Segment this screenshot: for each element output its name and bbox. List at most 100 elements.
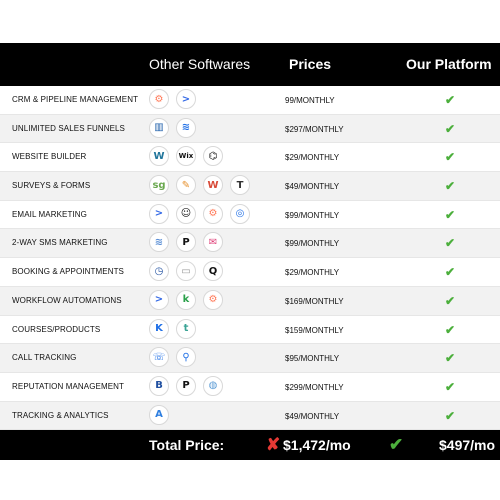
our-platform-heading: Our Platform — [406, 56, 492, 72]
table-header: Other Softwares Prices Our Platform — [0, 43, 500, 86]
software-icons: ◷ ▭ Q — [149, 261, 223, 282]
table-row: TRACKING & ANALYTICS A $49/MONTHLY ✔ — [0, 401, 500, 431]
software-icons: ☏ ⚲ — [149, 347, 196, 368]
hubspot-icon: ⚙ — [149, 89, 169, 109]
comparison-table: Other Softwares Prices Our Platform CRM … — [0, 43, 500, 461]
wordpress-icon: W — [149, 146, 169, 167]
price-value: $95/MONTHLY — [285, 354, 340, 364]
price-value: $169/MONTHLY — [285, 296, 344, 306]
software-icons: > k ⚙ — [149, 289, 223, 310]
mailchimp-icon: ☺ — [176, 203, 196, 224]
check-icon: ✔ — [445, 93, 456, 107]
check-icon: ✔ — [445, 351, 456, 366]
activecampaign-icon: > — [176, 89, 196, 109]
software-icons: B P ◍ — [149, 375, 223, 396]
price-value: $49/MONTHLY — [285, 182, 340, 192]
table-row: REPUTATION MANAGEMENT B P ◍ $299/MONTHLY ✔ — [0, 373, 500, 402]
feature-name: BOOKING & APPOINTMENTS — [12, 267, 124, 277]
check-icon: ✔ — [445, 293, 456, 308]
check-icon: ✔ — [445, 207, 456, 222]
price-value: $29/MONTHLY — [285, 153, 340, 163]
software-icons: ≋ P ✉ — [149, 232, 223, 253]
table-row: SURVEYS & FORMS sg ✎ W T $49/MONTHLY ✔ — [0, 172, 500, 201]
check-icon: ✔ — [445, 236, 456, 251]
prices-heading: Prices — [289, 56, 332, 72]
wufoo-icon: W — [203, 175, 223, 196]
globe-icon: ◍ — [203, 375, 223, 396]
price-value: $99/MONTHLY — [285, 239, 340, 249]
table-row: COURSES/PRODUCTS Kt $159/MONTHLY ✔ — [0, 316, 500, 345]
feature-name: CRM & PIPELINE MANAGEMENT — [12, 95, 139, 104]
squarespace-icon: ⌬ — [203, 146, 223, 167]
layers-icon: ≋ — [176, 117, 196, 138]
check-icon: ✔ — [445, 379, 456, 394]
our-platform-price: $497/mo — [439, 437, 496, 454]
table-row: WORKFLOW AUTOMATIONS > k ⚙ $169/MONTHLY ✔ — [0, 286, 500, 316]
price-value: $49/MONTHLY — [285, 411, 340, 421]
check-icon: ✔ — [445, 150, 456, 165]
callrail-icon: ☏ — [149, 347, 169, 368]
acuity-icon: Q — [203, 261, 223, 282]
feature-name: 2-WAY SMS MARKETING — [12, 238, 108, 248]
software-icons: sg ✎ W T — [149, 175, 250, 196]
podium-icon: P — [176, 375, 196, 396]
kajabi-icon: K — [149, 318, 169, 339]
price-value: $297/MONTHLY — [285, 124, 344, 134]
birdeye-icon: B — [149, 375, 169, 396]
x-mark-icon: ✘ — [266, 435, 281, 455]
software-icons: ▥ ≋ — [149, 117, 196, 138]
table-row: 2-WAY SMS MARKETING ≋ P ✉ $99/MONTHLY ✔ — [0, 229, 500, 259]
table-row: CRM & PIPELINE MANAGEMENT ⚙ >99/MONTHLY ✔ — [0, 86, 500, 115]
keap-icon: k — [176, 289, 196, 310]
analytics-icon: A — [149, 404, 169, 425]
feature-name: UNLIMITED SALES FUNNELS — [12, 123, 125, 133]
price-value: $159/MONTHLY — [285, 325, 344, 335]
feature-name: REPUTATION MANAGEMENT — [12, 381, 125, 391]
software-icons: Kt — [149, 318, 196, 339]
clickfunnels-icon: ▥ — [149, 117, 169, 138]
feature-name: EMAIL MARKETING — [12, 209, 87, 219]
price-value: 99/MONTHLY — [285, 96, 335, 105]
feature-rows: CRM & PIPELINE MANAGEMENT ⚙ >99/MONTHLY ✔ UN… — [0, 86, 500, 431]
check-icon: ✔ — [389, 435, 404, 455]
feature-name: WEBSITE BUILDER — [12, 152, 87, 162]
feature-name: WORKFLOW AUTOMATIONS — [12, 295, 122, 305]
teachable-icon: t — [176, 318, 196, 339]
constant-contact-icon: ◎ — [230, 203, 250, 224]
sms-stack-icon: ≋ — [149, 232, 169, 253]
message-icon: ✉ — [203, 232, 223, 253]
total-price-label: Total Price: — [149, 437, 225, 454]
table-row: BOOKING & APPOINTMENTS ◷ ▭ Q $29/MONTHLY ✔ — [0, 258, 500, 287]
surveygizmo-icon: sg — [149, 175, 169, 196]
check-icon: ✔ — [445, 322, 456, 337]
table-footer: Total Price: ✘ $1,472/mo ✔ $497/mo — [0, 430, 500, 461]
table-row: CALL TRACKING ☏ ⚲ $95/MONTHLY ✔ — [0, 344, 500, 373]
calendar-icon: ▭ — [176, 261, 196, 282]
jotform-icon: ✎ — [176, 175, 196, 196]
check-icon: ✔ — [445, 408, 456, 423]
price-value: $299/MONTHLY — [285, 382, 344, 392]
activecampaign-icon: > — [149, 289, 169, 310]
hubspot-icon: ⚙ — [203, 203, 223, 224]
feature-name: CALL TRACKING — [12, 353, 77, 363]
software-icons: > ☺ ⚙ ◎ — [149, 203, 250, 224]
software-icons: ⚙ > — [149, 89, 196, 109]
other-softwares-heading: Other Softwares — [149, 56, 251, 72]
table-row: UNLIMITED SALES FUNNELS ▥ ≋ $297/MONTHLY ✔ — [0, 114, 500, 144]
typeform-icon: T — [230, 175, 250, 196]
table-row: WEBSITE BUILDER W Wix ⌬ $29/MONTHLY ✔ — [0, 143, 500, 173]
software-icons: W Wix ⌬ — [149, 146, 223, 167]
software-icons: A — [149, 404, 169, 425]
podium-icon: P — [176, 232, 196, 253]
feature-name: COURSES/PRODUCTS — [12, 324, 101, 334]
check-icon: ✔ — [445, 265, 456, 280]
location-pin-icon: ⚲ — [176, 347, 196, 368]
other-total-price: $1,472/mo — [283, 437, 351, 454]
calendly-icon: ◷ — [149, 261, 169, 282]
activecampaign-icon: > — [149, 203, 169, 224]
feature-name: SURVEYS & FORMS — [12, 181, 91, 191]
hubspot-icon: ⚙ — [203, 289, 223, 310]
price-value: $99/MONTHLY — [285, 210, 340, 220]
table-row: EMAIL MARKETING > ☺ ⚙ ◎ $99/MONTHLY ✔ — [0, 201, 500, 230]
check-icon: ✔ — [445, 121, 456, 136]
